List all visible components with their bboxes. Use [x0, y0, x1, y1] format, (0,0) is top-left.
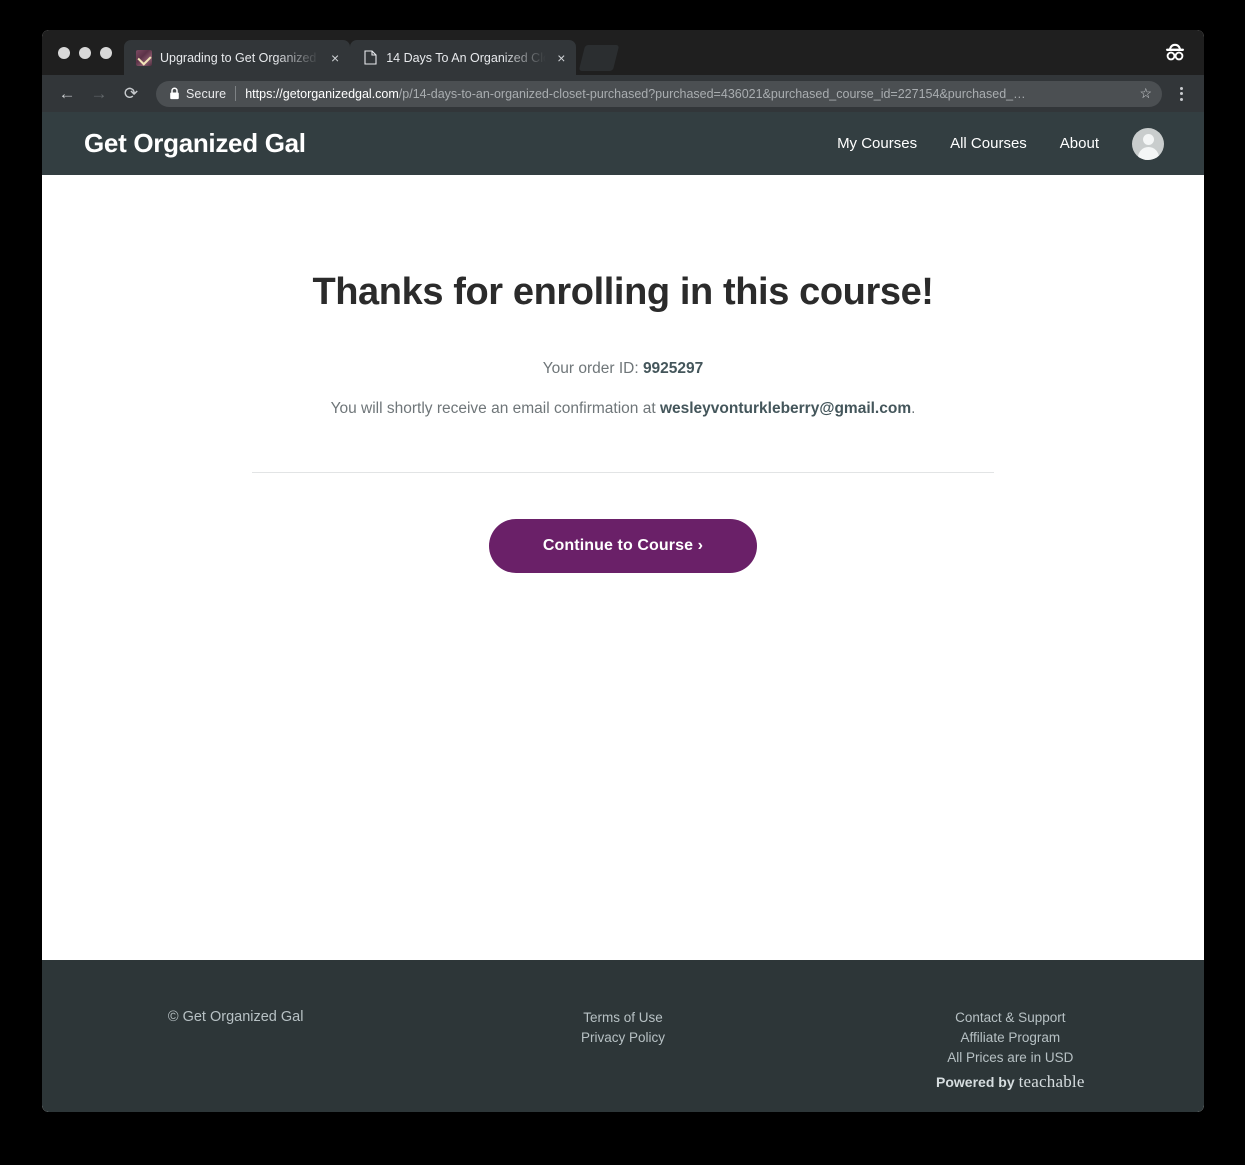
browser-toolbar: ← → ⟳ Secure https://getorganizedgal.com…	[42, 75, 1204, 112]
order-id-label: Your order ID:	[542, 359, 643, 377]
continue-to-course-button[interactable]: Continue to Course ›	[488, 518, 758, 573]
nav-item-all-courses[interactable]: All Courses	[950, 135, 1027, 152]
url-path: /p/14-days-to-an-organized-closet-purcha…	[398, 86, 1026, 101]
tab-close-icon[interactable]: ×	[328, 51, 342, 65]
email-address: wesleyvonturkleberry@gmail.com	[659, 399, 912, 417]
footer-support-column: Contact & Support Affiliate Program All …	[817, 1008, 1204, 1092]
nav-item-about[interactable]: About	[1060, 135, 1099, 152]
page-content: Get Organized Gal My Courses All Courses…	[42, 112, 1204, 1112]
browser-window: Upgrading to Get Organized Gal × 14 Days…	[42, 30, 1204, 1112]
teachable-wordmark: teachable	[1018, 1072, 1085, 1091]
minimize-window-button[interactable]	[79, 46, 91, 59]
site-brand[interactable]: Get Organized Gal	[84, 128, 306, 159]
address-bar[interactable]: Secure https://getorganizedgal.com/p/14-…	[156, 80, 1162, 107]
reload-button[interactable]: ⟳	[116, 80, 146, 108]
cta-container: Continue to Course ›	[42, 518, 1204, 573]
footer-link-terms-of-use[interactable]: Terms of Use	[429, 1008, 816, 1028]
footer-copyright-column: © Get Organized Gal	[42, 1008, 429, 1026]
tab-strip: Upgrading to Get Organized Gal × 14 Days…	[42, 30, 1204, 75]
section-divider	[252, 471, 994, 473]
footer-copyright: © Get Organized Gal	[167, 1009, 304, 1025]
site-footer: © Get Organized Gal Terms of Use Privacy…	[42, 960, 1204, 1112]
email-confirmation-label: You will shortly receive an email confir…	[330, 399, 660, 417]
powered-by-teachable: Powered by teachable	[817, 1072, 1204, 1092]
order-id-value: 9925297	[642, 359, 704, 377]
close-window-button[interactable]	[58, 46, 70, 59]
footer-link-privacy-policy[interactable]: Privacy Policy	[429, 1028, 816, 1048]
bookmark-star-icon[interactable]: ☆	[1139, 85, 1152, 102]
tab-close-icon[interactable]: ×	[554, 51, 568, 65]
email-confirmation-line: You will shortly receive an email confir…	[42, 400, 1204, 418]
url-text: https://getorganizedgal.com/p/14-days-to…	[245, 87, 1133, 101]
footer-legal-column: Terms of Use Privacy Policy	[429, 1008, 816, 1048]
url-host: https://getorganizedgal.com	[245, 86, 399, 101]
omnibox-divider	[235, 86, 237, 101]
tab-title: 14 Days To An Organized Closet	[386, 50, 546, 65]
site-navigation: My Courses All Courses About	[837, 127, 1164, 160]
browser-menu-icon[interactable]	[1168, 80, 1194, 108]
avatar[interactable]	[1132, 127, 1164, 160]
main-content: Thanks for enrolling in this course! You…	[42, 175, 1204, 960]
browser-tab-1[interactable]: Upgrading to Get Organized Gal ×	[124, 40, 351, 75]
powered-by-label: Powered by	[936, 1074, 1015, 1090]
footer-prices-usd-note: All Prices are in USD	[947, 1050, 1074, 1065]
document-icon	[362, 50, 378, 66]
forward-button[interactable]: →	[84, 80, 114, 108]
new-tab-button[interactable]	[579, 45, 620, 71]
maximize-window-button[interactable]	[100, 46, 112, 59]
nav-item-my-courses[interactable]: My Courses	[837, 135, 917, 152]
tab-title: Upgrading to Get Organized Gal	[160, 50, 320, 65]
footer-link-contact-support[interactable]: Contact & Support	[817, 1008, 1204, 1028]
secure-label: Secure	[186, 86, 227, 101]
email-period: .	[911, 399, 916, 417]
order-id-line: Your order ID: 9925297	[42, 360, 1204, 378]
browser-tab-2[interactable]: 14 Days To An Organized Closet ×	[350, 40, 577, 75]
page-title: Thanks for enrolling in this course!	[312, 271, 934, 313]
site-favicon-icon	[136, 49, 152, 66]
window-traffic-lights	[52, 30, 124, 75]
incognito-icon	[1162, 40, 1188, 64]
back-button[interactable]: ←	[52, 80, 82, 108]
lock-icon	[169, 87, 180, 100]
site-header: Get Organized Gal My Courses All Courses…	[42, 112, 1204, 175]
footer-link-affiliate-program[interactable]: Affiliate Program	[817, 1028, 1204, 1048]
